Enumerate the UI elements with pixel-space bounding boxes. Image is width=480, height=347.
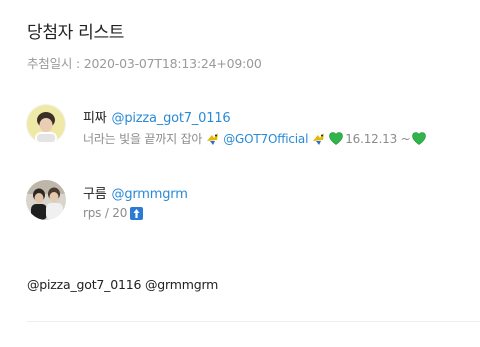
avatar[interactable] xyxy=(26,180,66,220)
winner-name: 구름 xyxy=(83,187,107,202)
divider xyxy=(27,321,480,322)
winner-name-line: 구름 @grmmgrm xyxy=(83,183,188,202)
bio-text: 너라는 빛을 끝까지 잡아 xyxy=(83,132,203,146)
draw-datetime: 추첨일시 : 2020-03-07T18:13:24+09:00 xyxy=(27,56,262,71)
bird-emoji-icon xyxy=(311,132,326,146)
winner-item: 구름 @grmmgrm rps / 20 xyxy=(26,180,466,228)
bio-date: 16.12.13 ~ xyxy=(345,131,411,146)
winner-bio: 너라는 빛을 끝까지 잡아 @GOT7Official 16.12.13 ~ xyxy=(83,130,426,147)
winner-handle-link[interactable]: @grmmgrm xyxy=(112,187,188,202)
green-heart-icon xyxy=(329,132,344,145)
winner-bio: rps / 20 xyxy=(83,206,144,220)
winner-result-text: @pizza_got7_0116 @grmmgrm xyxy=(27,277,219,292)
bio-mention-link[interactable]: @GOT7Official xyxy=(223,132,308,146)
winner-list-page: 당첨자 리스트 추첨일시 : 2020-03-07T18:13:24+09:00… xyxy=(0,0,480,347)
page-title: 당첨자 리스트 xyxy=(27,23,125,43)
avatar[interactable] xyxy=(26,104,66,144)
winner-item: 피짜 @pizza_got7_0116 너라는 빛을 끝까지 잡아 @GOT7Of… xyxy=(26,104,466,152)
winner-name-line: 피짜 @pizza_got7_0116 xyxy=(83,107,231,126)
winner-name: 피짜 xyxy=(83,111,107,126)
bird-emoji-icon xyxy=(205,132,220,146)
up-arrow-badge-icon xyxy=(130,206,144,220)
winner-handle-link[interactable]: @pizza_got7_0116 xyxy=(112,111,231,126)
green-heart-icon xyxy=(411,132,426,145)
bio-text: rps / 20 xyxy=(83,206,128,220)
